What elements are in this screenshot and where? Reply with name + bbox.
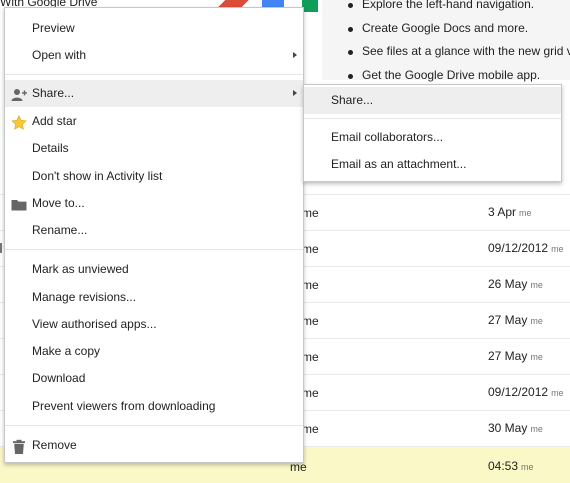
menu-item-label: Share...	[32, 86, 75, 100]
menu-item-share[interactable]: Share...	[5, 80, 303, 107]
menu-item-preview[interactable]: Preview	[5, 15, 303, 42]
menu-item-open-with[interactable]: Open with	[5, 42, 303, 69]
menu-item-move-to[interactable]: Move to...	[5, 190, 303, 217]
menu-item-prevent-download[interactable]: Prevent viewers from downloading	[5, 393, 303, 420]
menu-item-label: Move to...	[32, 196, 85, 210]
menu-item-view-authorised-apps[interactable]: View authorised apps...	[5, 311, 303, 338]
getting-started-list: Explore the left-hand navigation. Create…	[345, 0, 570, 87]
file-modified: 27 May me	[488, 349, 543, 363]
menu-item-label: Remove	[32, 438, 77, 452]
file-owner: me	[302, 206, 319, 220]
menu-separator	[5, 74, 303, 75]
file-owner: me	[302, 422, 319, 436]
file-owner: me	[302, 314, 319, 328]
row-edge-mark	[0, 243, 2, 253]
menu-item-label: Add star	[32, 114, 77, 128]
drive-logo-green	[302, 0, 318, 12]
submenu-item-email-attachment[interactable]: Email as an attachment...	[304, 151, 561, 178]
menu-item-details[interactable]: Details	[5, 135, 303, 162]
submenu-item-share[interactable]: Share...	[304, 87, 561, 114]
file-modified: 30 May me	[488, 421, 543, 435]
menu-item-rename[interactable]: Rename...	[5, 217, 303, 244]
menu-item-add-star[interactable]: Add star	[5, 108, 303, 135]
submenu-arrow-icon	[293, 90, 297, 96]
promo-item: See files at a glance with the new grid …	[345, 40, 570, 64]
file-owner: me	[302, 242, 319, 256]
star-icon	[11, 114, 27, 130]
menu-separator	[5, 249, 303, 250]
file-context-menu: Preview Open with Share... Add star Deta…	[4, 7, 304, 463]
menu-item-label: Open with	[32, 48, 87, 62]
menu-separator	[304, 118, 561, 119]
submenu-arrow-icon	[293, 52, 297, 58]
menu-item-mark-unviewed[interactable]: Mark as unviewed	[5, 256, 303, 283]
share-submenu: Share... Email collaborators... Email as…	[303, 84, 562, 182]
promo-item: Explore the left-hand navigation.	[345, 0, 570, 17]
menu-item-manage-revisions[interactable]: Manage revisions...	[5, 284, 303, 311]
file-modified: 09/12/2012 me	[488, 385, 564, 399]
add-person-icon	[11, 86, 27, 102]
file-modified: 27 May me	[488, 313, 543, 327]
file-modified: 09/12/2012 me	[488, 241, 564, 255]
file-modified: 26 May me	[488, 277, 543, 291]
file-modified: 3 Apr me	[488, 205, 532, 219]
menu-separator	[5, 425, 303, 426]
promo-item: Create Google Docs and more.	[345, 17, 570, 41]
file-owner: me	[302, 386, 319, 400]
file-owner: me	[302, 278, 319, 292]
menu-item-dont-show-activity[interactable]: Don't show in Activity list	[5, 163, 303, 190]
menu-item-make-copy[interactable]: Make a copy	[5, 338, 303, 365]
file-owner: me	[302, 350, 319, 364]
menu-item-download[interactable]: Download	[5, 365, 303, 392]
menu-item-remove[interactable]: Remove	[5, 432, 303, 459]
submenu-item-email-collaborators[interactable]: Email collaborators...	[304, 124, 561, 151]
trash-icon	[11, 438, 27, 454]
file-modified: 04:53 me	[488, 459, 534, 473]
folder-icon	[11, 196, 27, 212]
